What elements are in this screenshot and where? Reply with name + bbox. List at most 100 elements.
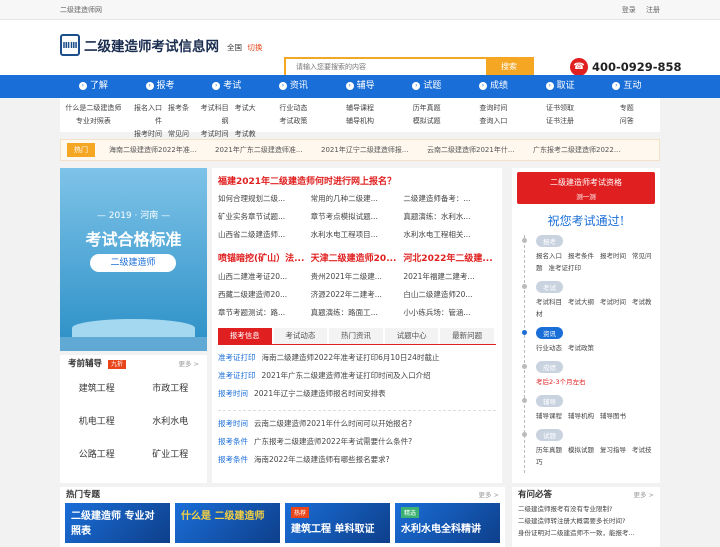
timeline-link[interactable]: 辅导课程 xyxy=(536,412,562,420)
submenu-link[interactable]: 报考时间 xyxy=(134,130,162,138)
news-link[interactable]: 如何合理规划二级... xyxy=(218,190,311,208)
register-link[interactable]: 注册 xyxy=(646,6,660,14)
news-list-item[interactable]: 报考条件 海南2022年二级建造师有哪些报名要求? xyxy=(218,451,496,469)
submenu-link[interactable]: 辅导课程 xyxy=(346,104,374,112)
timeline-link[interactable]: 模拟试题 xyxy=(568,446,594,454)
news-link[interactable]: 山西二建准考证20... xyxy=(218,268,311,286)
news-category[interactable]: 准考证打印 xyxy=(218,353,256,362)
headline-item[interactable]: 喷锚暗挖(矿山）法... xyxy=(218,250,311,268)
submenu-link[interactable]: 证书领取 xyxy=(546,104,574,112)
nav-item[interactable]: › 互动 xyxy=(594,75,661,98)
timeline-link[interactable]: 复习指导 xyxy=(600,446,626,454)
headline-item[interactable]: 天津二级建造师20... xyxy=(311,250,404,268)
faq-question[interactable]: 身份证明对二级建造师不一致，能报考... xyxy=(518,527,654,539)
news-link[interactable]: 水利水电工程相关... xyxy=(403,226,496,244)
submenu-link[interactable]: 什么是二级建造师 xyxy=(65,104,121,112)
timeline-label[interactable]: 资讯 xyxy=(536,327,563,339)
topic-card[interactable]: 什么是 二级建造师 xyxy=(175,503,280,543)
news-link[interactable]: 济源2022年二建考... xyxy=(311,286,404,304)
search-button[interactable]: 搜索 xyxy=(486,59,532,75)
news-link[interactable]: 二级建造师备考：... xyxy=(403,190,496,208)
timeline-link[interactable]: 历年真题 xyxy=(536,446,562,454)
news-link[interactable]: 真题演练：路面工... xyxy=(311,304,404,322)
login-link[interactable]: 登录 xyxy=(622,6,636,14)
topic-card[interactable]: 精选 水利水电全科精讲 xyxy=(395,503,500,543)
timeline-link[interactable]: 辅导机构 xyxy=(568,412,594,420)
news-category[interactable]: 准考证打印 xyxy=(218,371,256,380)
news-link[interactable]: 白山二级建造师20... xyxy=(403,286,496,304)
topic-card[interactable]: 二级建造师 专业对照表 xyxy=(65,503,170,543)
timeline-link[interactable]: 准考证打印 xyxy=(549,264,582,272)
nav-item[interactable]: › 辅导 xyxy=(327,75,394,98)
nav-item[interactable]: › 报考 xyxy=(127,75,194,98)
site-name[interactable]: 二级建造师网 xyxy=(60,5,102,15)
coaching-more-link[interactable]: 更多 > xyxy=(178,355,199,373)
coaching-item[interactable]: 市政工程 xyxy=(134,373,208,406)
news-link[interactable]: 章节考题测试：路... xyxy=(218,304,311,322)
timeline-link[interactable]: 考试政策 xyxy=(568,344,594,352)
headline-item[interactable]: 河北2022年二级建... xyxy=(403,250,496,268)
nav-item[interactable]: › 成绩 xyxy=(460,75,527,98)
timeline-link[interactable]: 行业动态 xyxy=(536,344,562,352)
timeline-label[interactable]: 报考 xyxy=(536,235,563,247)
headline-main[interactable]: 福建2021年二级建造师何时进行网上报名？ xyxy=(218,174,496,190)
hot-item[interactable]: 广东报考二级建造师2022... xyxy=(533,145,625,155)
news-category[interactable]: 报考条件 xyxy=(218,455,248,464)
news-link[interactable]: 常用的几种二级建... xyxy=(311,190,404,208)
site-logo[interactable]: ⅢⅢ 二级建造师考试信息网 xyxy=(60,34,219,56)
submenu-link[interactable]: 报名入口 xyxy=(134,104,162,112)
timeline-link[interactable]: 报考时间 xyxy=(600,252,626,260)
nav-item[interactable]: › 资讯 xyxy=(260,75,327,98)
timeline-label[interactable]: 成绩 xyxy=(536,361,563,373)
submenu-link[interactable]: 辅导机构 xyxy=(346,117,374,125)
coaching-item[interactable]: 矿业工程 xyxy=(134,439,208,472)
submenu-link[interactable]: 问答 xyxy=(620,117,634,125)
qualification-test-button[interactable]: 二级建造师考试资格 测一测 xyxy=(517,172,655,204)
submenu-link[interactable]: 证书注册 xyxy=(546,117,574,125)
news-category[interactable]: 报考条件 xyxy=(218,437,248,446)
news-link[interactable]: 矿业实务章节试题... xyxy=(218,208,311,226)
news-link[interactable]: 章节考点模拟试题... xyxy=(311,208,404,226)
news-tab[interactable]: 最新问题 xyxy=(440,328,494,344)
timeline-link[interactable]: 报考条件 xyxy=(568,252,594,260)
hot-item[interactable]: 云南二级建造师2021年什... xyxy=(427,145,519,155)
news-tab[interactable]: 报考信息 xyxy=(218,328,272,344)
news-link[interactable]: 水利水电工程项目... xyxy=(311,226,404,244)
news-list-item[interactable]: 准考证打印 海南二级建造师2022年准考证打印6月10日24时截止 xyxy=(218,349,496,367)
submenu-link[interactable]: 模拟试题 xyxy=(413,117,441,125)
submenu-link[interactable]: 专题 xyxy=(620,104,634,112)
nav-item[interactable]: › 试题 xyxy=(393,75,460,98)
region-switch-link[interactable]: 切换 xyxy=(247,43,262,52)
news-link[interactable]: 山西省二级建造师... xyxy=(218,226,311,244)
faq-question[interactable]: 二级建造师报考有没有专业限制? xyxy=(518,503,654,515)
news-list-item[interactable]: 报考条件 广东报考二级建造师2022年考试需要什么条件? xyxy=(218,433,496,451)
timeline-link[interactable]: 考试科目 xyxy=(536,298,562,306)
hot-item[interactable]: 2021年辽宁二级建造师报... xyxy=(321,145,413,155)
news-link[interactable]: 真题演练：水利水... xyxy=(403,208,496,226)
news-category[interactable]: 报考时间 xyxy=(218,389,248,398)
timeline-link[interactable]: 考试大纲 xyxy=(568,298,594,306)
news-category[interactable]: 报考时间 xyxy=(218,419,248,428)
news-list-item[interactable]: 报考时间 云南二级建造师2021年什么时间可以开始报名? xyxy=(218,415,496,433)
news-list-item[interactable]: 报考时间 2021年辽宁二级建造师报名时间安排表 xyxy=(218,385,496,403)
news-link[interactable]: 2021年福建二建考... xyxy=(403,268,496,286)
topics-more-link[interactable]: 更多 > xyxy=(478,487,499,503)
news-link[interactable]: 贵州2021年二级建... xyxy=(311,268,404,286)
coaching-item[interactable]: 公路工程 xyxy=(60,439,134,472)
submenu-link[interactable]: 查询入口 xyxy=(479,117,507,125)
faq-more-link[interactable]: 更多 > xyxy=(633,487,654,503)
news-tab[interactable]: 考试动态 xyxy=(273,328,328,344)
search-input[interactable] xyxy=(286,59,486,75)
nav-item[interactable]: › 考试 xyxy=(193,75,260,98)
news-link[interactable]: 西藏二级建造师20... xyxy=(218,286,311,304)
timeline-link[interactable]: 考试时间 xyxy=(600,298,626,306)
submenu-link[interactable]: 考试时间 xyxy=(201,130,229,138)
submenu-link[interactable]: 查询时间 xyxy=(479,104,507,112)
timeline-link[interactable]: 辅导图书 xyxy=(600,412,626,420)
submenu-link[interactable]: 考试政策 xyxy=(279,117,307,125)
timeline-link[interactable]: 报名入口 xyxy=(536,252,562,260)
hot-item[interactable]: 海南二级建造师2022年准... xyxy=(109,145,201,155)
coaching-item[interactable]: 机电工程 xyxy=(60,406,134,439)
news-tab[interactable]: 试题中心 xyxy=(384,328,439,344)
submenu-link[interactable]: 历年真题 xyxy=(413,104,441,112)
